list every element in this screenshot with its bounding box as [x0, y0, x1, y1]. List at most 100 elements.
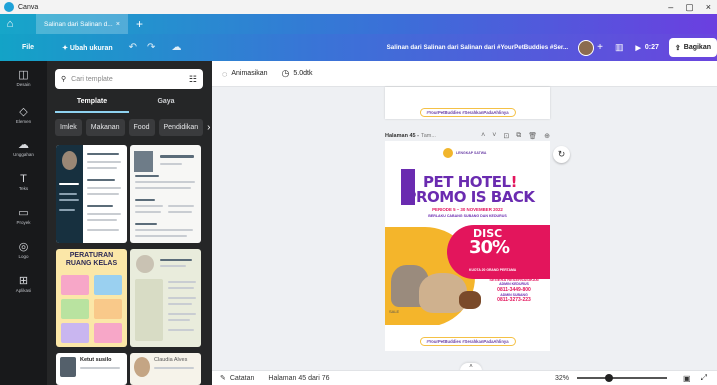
animate-button[interactable]: ◌ Animasikan	[222, 69, 268, 79]
canvas-subtoolbar: ◌ Animasikan ◷ 5.0dtk	[212, 61, 717, 87]
thumb-line	[59, 199, 79, 201]
template-thumbnail[interactable]	[56, 145, 127, 243]
zoom-slider-handle[interactable]	[605, 374, 614, 382]
zoom-slider[interactable]	[577, 374, 668, 382]
add-page-icon[interactable]: ⊕	[544, 132, 550, 140]
left-rail: ◫ Desain ◇ Elemen ☁ Unggahan T Teks ▭ Proyek …	[0, 61, 47, 385]
grid-view-icon[interactable]: ▣	[683, 374, 691, 383]
template-thumbnail[interactable]	[130, 249, 201, 347]
rail-item-apps[interactable]: ⊞ Aplikasi	[0, 275, 47, 293]
text-icon: T	[20, 173, 27, 185]
rail-item-uploads[interactable]: ☁ Unggahan	[0, 139, 47, 157]
avatar[interactable]	[578, 39, 595, 56]
add-collaborator-icon[interactable]: +	[597, 42, 603, 53]
rail-item-projects[interactable]: ▭ Proyek	[0, 207, 47, 225]
thumb-block	[94, 275, 122, 295]
admin-2-phone: 0811-3273-223	[497, 297, 531, 303]
thumb-line	[135, 235, 187, 237]
trash-icon[interactable]: 🗑	[528, 132, 537, 140]
play-duration: 0:27	[644, 44, 659, 51]
bottom-bar: ✎ Catatan Halaman 45 dari 76 32% ▣ ⤢	[212, 370, 717, 385]
thumb-block	[61, 275, 89, 295]
window-title-bar: Canva – ▢ ×	[0, 0, 717, 14]
notes-button[interactable]: ✎ Catatan	[220, 374, 254, 383]
rail-label: Desain	[16, 82, 31, 87]
thumb-line	[87, 187, 121, 189]
fullscreen-icon[interactable]: ⤢	[701, 373, 707, 383]
filter-icon[interactable]: ☷	[189, 74, 197, 85]
thumb-block	[135, 279, 163, 341]
chevron-up-icon[interactable]: ˄	[481, 132, 485, 140]
template-thumbnail[interactable]: Claudia Alves	[130, 353, 201, 385]
share-button[interactable]: ⇪ Bagikan	[668, 38, 717, 57]
poster-footer: #YourPetBuddies #SerahkanPadaAhlinya	[385, 325, 550, 351]
page-label: Halaman 45 -	[385, 133, 419, 139]
apps-icon: ⊞	[18, 275, 29, 287]
template-thumbnail[interactable]: PERATURAN RUANG KELAS	[56, 249, 127, 347]
cloud-saved-icon[interactable]: ☁	[171, 42, 181, 53]
thumb-line	[160, 265, 186, 267]
thumb-line	[87, 161, 121, 163]
close-window-icon[interactable]: ×	[706, 2, 711, 13]
thumbnail-photo	[134, 357, 150, 377]
headline-line-2: PROMO IS BACK	[405, 188, 535, 206]
lock-icon[interactable]: ⊡	[503, 132, 509, 140]
category-chips: Imlek Makanan Food Pendidikan ›	[55, 119, 210, 136]
rail-item-logo[interactable]: ◎ Logo	[0, 241, 47, 259]
chevron-down-icon[interactable]: ˅	[492, 132, 496, 140]
thumb-block	[61, 323, 89, 343]
previous-page[interactable]: #YourPetBuddies #SerahkanPadaAhlinya	[385, 87, 550, 119]
thumbnail-photo	[136, 255, 154, 273]
new-tab-button[interactable]: +	[136, 17, 143, 31]
share-label: Bagikan	[683, 44, 711, 51]
redo-icon[interactable]: ↷	[147, 42, 155, 53]
template-thumbnail[interactable]: Ketut susilo	[56, 353, 127, 385]
poster-page[interactable]: LENGKAP SATWA PET HOTEL! PROMO IS BACK P…	[385, 141, 550, 351]
refresh-icon[interactable]: ↻	[553, 146, 570, 163]
thumb-block	[61, 299, 89, 319]
document-title[interactable]: Salinan dari Salinan dari Salinan dari #…	[387, 44, 568, 51]
file-menu-button[interactable]: File	[22, 44, 34, 51]
thumb-line	[168, 287, 194, 289]
duration-button[interactable]: ◷ 5.0dtk	[282, 68, 313, 79]
chevron-right-icon[interactable]: ›	[207, 119, 210, 136]
rail-label: Logo	[18, 254, 29, 259]
thumb-line	[160, 163, 182, 165]
hashtag-footer: #YourPetBuddies #SerahkanPadaAhlinya	[419, 108, 516, 117]
rail-item-elements[interactable]: ◇ Elemen	[0, 106, 47, 124]
resize-button[interactable]: ✦ Ubah ukuran	[62, 44, 113, 52]
thumb-line	[168, 211, 192, 213]
folder-icon: ▭	[18, 207, 29, 219]
minimize-icon[interactable]: –	[668, 2, 673, 13]
rail-item-text[interactable]: T Teks	[0, 173, 47, 191]
undo-icon[interactable]: ↶	[129, 42, 137, 53]
maximize-icon[interactable]: ▢	[685, 2, 694, 13]
chip-food[interactable]: Food	[128, 119, 155, 136]
page-title-input[interactable]: Tam...	[421, 133, 436, 139]
search-placeholder: Cari template	[71, 75, 113, 83]
present-button[interactable]: ▶ 0:27	[635, 44, 658, 52]
home-icon[interactable]: ⌂	[0, 14, 20, 34]
tab-style[interactable]: Gaya	[129, 95, 203, 113]
thumbnail-photo	[134, 150, 153, 173]
insights-chart-icon[interactable]: ▥	[615, 42, 624, 53]
thumbnail-title: PERATURAN RUANG KELAS	[65, 252, 118, 267]
duplicate-icon[interactable]: ⧉	[516, 132, 521, 140]
document-tab[interactable]: Salinan dari Salinan d... ×	[36, 14, 128, 34]
zoom-level[interactable]: 32%	[555, 375, 569, 382]
rail-item-design[interactable]: ◫ Desain	[0, 69, 47, 87]
rail-label: Proyek	[16, 220, 31, 225]
tab-template[interactable]: Template	[55, 95, 129, 113]
brand-name: LENGKAP SATWA	[456, 151, 487, 155]
search-icon: ⚲	[61, 76, 67, 83]
close-tab-icon[interactable]: ×	[116, 21, 120, 28]
page-header: Halaman 45 - Tam... ˄ ˅ ⊡ ⧉ 🗑 ⊕	[385, 131, 550, 141]
chip-imlek[interactable]: Imlek	[55, 119, 82, 136]
chip-pendidikan[interactable]: Pendidikan	[158, 119, 204, 136]
chip-makanan[interactable]: Makanan	[85, 119, 125, 136]
search-input[interactable]: ⚲ Cari template ☷	[55, 69, 203, 89]
document-tab-label: Salinan dari Salinan d...	[44, 20, 113, 28]
template-thumbnail[interactable]	[130, 145, 201, 243]
thumb-line	[87, 179, 115, 181]
thumb-line	[168, 297, 196, 299]
